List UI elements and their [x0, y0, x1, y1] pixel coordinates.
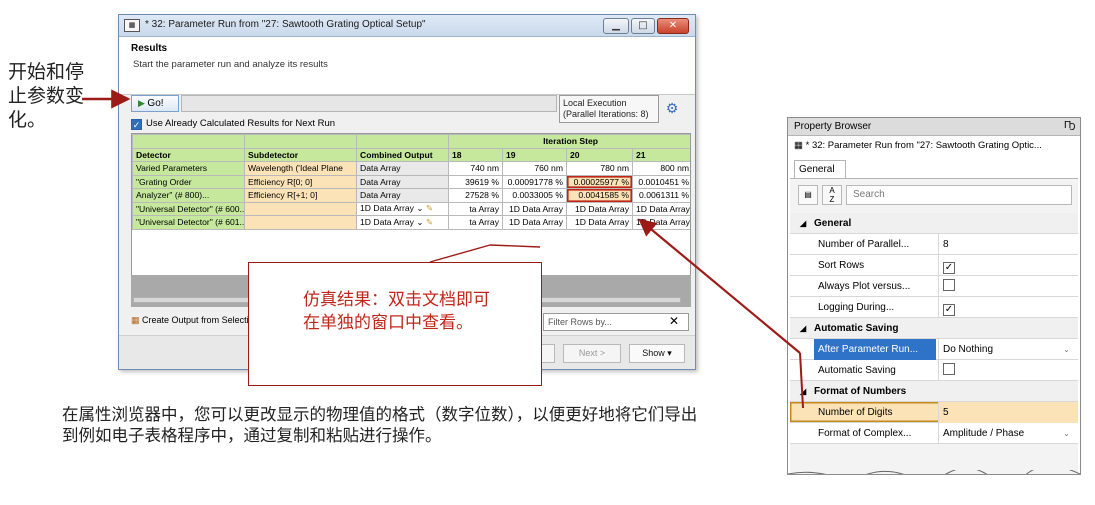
annotation-arrows	[82, 89, 804, 409]
callout-pointer	[429, 244, 491, 263]
callout-pointer	[489, 244, 541, 248]
arrow-connector	[799, 352, 804, 409]
arrow-to-highlighted-cells	[638, 218, 801, 354]
